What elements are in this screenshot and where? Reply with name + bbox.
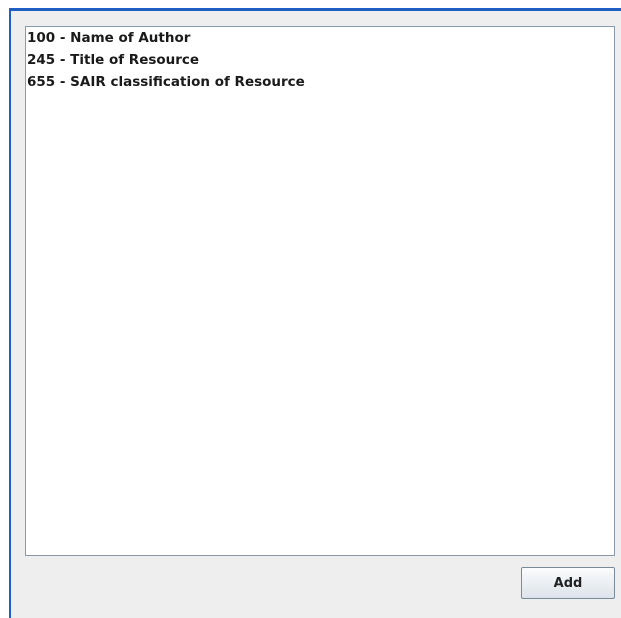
content-panel: 100 - Name of Author 245 - Title of Reso… bbox=[11, 11, 621, 618]
add-button[interactable]: Add bbox=[521, 567, 615, 599]
list-item[interactable]: 245 - Title of Resource bbox=[26, 49, 614, 71]
field-list[interactable]: 100 - Name of Author 245 - Title of Reso… bbox=[25, 26, 615, 556]
list-item[interactable]: 100 - Name of Author bbox=[26, 27, 614, 49]
window: 100 - Name of Author 245 - Title of Reso… bbox=[0, 0, 621, 618]
list-item[interactable]: 655 - SAIR classification of Resource bbox=[26, 71, 614, 93]
